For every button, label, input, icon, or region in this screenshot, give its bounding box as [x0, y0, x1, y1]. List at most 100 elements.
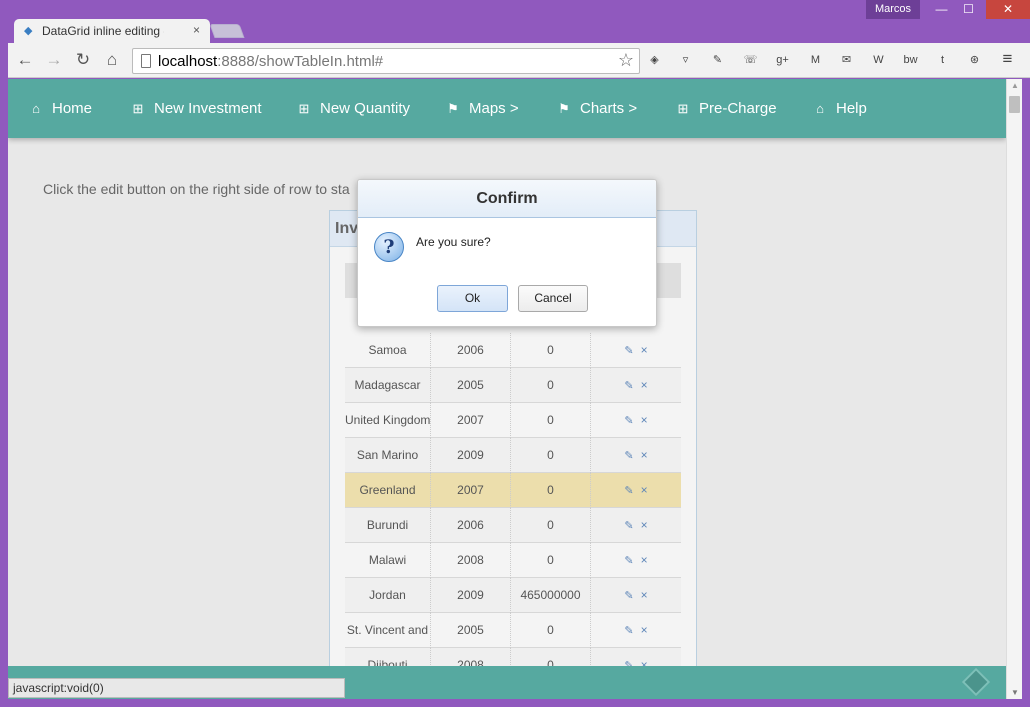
year-cell: 2008 — [431, 543, 511, 578]
close-window-button[interactable]: ✕ — [986, 0, 1030, 19]
country-cell: United Kingdom — [345, 403, 431, 438]
address-bar[interactable]: localhost:8888/showTableIn.html# ☆ — [132, 48, 640, 74]
phone-icon[interactable]: ☏ — [741, 51, 760, 70]
tumblr-icon[interactable]: t — [933, 51, 952, 70]
nav-item-label: Help — [836, 100, 867, 117]
plus-icon: ⊞ — [298, 101, 310, 116]
google-plus-icon[interactable]: g+ — [773, 51, 792, 70]
amount-cell: 0 — [511, 613, 591, 648]
plus-icon: ⊞ — [677, 101, 689, 116]
window-user-label[interactable]: Marcos — [865, 0, 920, 19]
new-tab-button[interactable] — [209, 24, 245, 38]
edit-icon[interactable]: ✎ — [624, 590, 633, 602]
nav-item-home[interactable]: ⌂ Home — [28, 79, 92, 138]
edit-icon[interactable]: ✎ — [624, 485, 633, 497]
scrollbar[interactable]: ▲ ▼ — [1006, 79, 1022, 699]
confirm-dialog: Confirm ? Are you sure? Ok Cancel — [357, 179, 657, 327]
maximize-button[interactable]: ☐ — [955, 0, 982, 19]
status-bar: javascript:void(0) — [8, 678, 345, 698]
nav-item-pre-charge[interactable]: ⊞ Pre-Charge — [675, 79, 777, 138]
delete-icon[interactable]: × — [641, 378, 648, 392]
edit-icon[interactable]: ✎ — [624, 345, 633, 357]
table-row[interactable]: St. Vincent and 2005 0 ✎ × — [345, 613, 681, 648]
year-cell: 2009 — [431, 578, 511, 613]
cancel-button[interactable]: Cancel — [518, 285, 588, 312]
amount-cell: 0 — [511, 473, 591, 508]
edit-icon[interactable]: ✎ — [624, 450, 633, 462]
scroll-down-icon[interactable]: ▼ — [1011, 688, 1019, 697]
table-row[interactable]: Madagascar 2005 0 ✎ × — [345, 368, 681, 403]
back-icon[interactable]: ← — [14, 50, 36, 70]
row-actions: ✎× — [591, 578, 681, 613]
edit-icon[interactable]: ✎ — [624, 380, 633, 392]
ok-button[interactable]: Ok — [437, 285, 508, 312]
forward-icon[interactable]: → — [43, 50, 65, 70]
menu-icon[interactable]: ≡ — [998, 49, 1017, 68]
nav-item-new-quantity[interactable]: ⊞ New Quantity — [296, 79, 411, 138]
mail-icon[interactable]: ✉ — [837, 51, 856, 70]
delete-icon[interactable]: × — [641, 553, 648, 567]
table-row[interactable]: Malawi 2008 0 ✎ × — [345, 543, 681, 578]
browser-toolbar: ← → ↻ ⌂ localhost:8888/showTableIn.html#… — [8, 43, 1030, 78]
year-cell: 2005 — [431, 613, 511, 648]
nav-item-label: New Quantity — [320, 100, 411, 117]
edit-icon[interactable]: ✎ — [624, 555, 633, 567]
edit-icon[interactable]: ✎ — [624, 625, 633, 637]
table-row[interactable]: Burundi 2006 0 ✎ × — [345, 508, 681, 543]
nav-item-label: Pre-Charge — [699, 100, 777, 117]
delete-icon[interactable]: × — [641, 343, 648, 357]
row-actions: ✎× — [591, 403, 681, 438]
edit-icon[interactable]: ✎ — [624, 415, 633, 427]
pocket-icon[interactable]: ▿ — [676, 51, 695, 70]
scroll-up-icon[interactable]: ▲ — [1011, 81, 1019, 90]
table-row[interactable]: United Kingdom 2007 0 ✎ × — [345, 403, 681, 438]
table-row[interactable]: Samoa 2006 0 ✎ × — [345, 333, 681, 368]
browser-tab[interactable]: ◆ DataGrid inline editing - jQ × — [14, 19, 210, 43]
nav-item-help[interactable]: ⌂ Help — [812, 79, 867, 138]
bw-icon[interactable]: bw — [901, 51, 920, 70]
nav-item-label: Charts > — [580, 100, 638, 117]
gmail-icon[interactable]: M — [806, 51, 825, 70]
delete-icon[interactable]: × — [641, 623, 648, 637]
table-row[interactable]: San Marino 2009 0 ✎ × — [345, 438, 681, 473]
dialog-title: Confirm — [358, 180, 656, 218]
nav-item-new-investment[interactable]: ⊞ New Investment — [130, 79, 262, 138]
steering-icon[interactable]: ⊛ — [965, 51, 984, 70]
year-cell: 2005 — [431, 368, 511, 403]
wikipedia-icon[interactable]: W — [869, 51, 888, 70]
home-icon: ⌂ — [816, 101, 824, 116]
row-actions: ✎× — [591, 473, 681, 508]
nav-item-charts[interactable]: ⚑ Charts > — [556, 79, 637, 138]
country-cell: San Marino — [345, 438, 431, 473]
delete-icon[interactable]: × — [641, 588, 648, 602]
dialog-message: Are you sure? — [416, 235, 491, 249]
tab-favicon-icon: ◆ — [24, 25, 33, 37]
evernote-icon[interactable]: ✎ — [708, 51, 727, 70]
nav-item-label: Home — [52, 100, 93, 117]
url-text[interactable]: localhost:8888/showTableIn.html# — [158, 53, 383, 70]
delete-icon[interactable]: × — [641, 483, 648, 497]
country-cell: St. Vincent and — [345, 613, 431, 648]
delete-icon[interactable]: × — [641, 413, 648, 427]
edit-icon[interactable]: ✎ — [624, 520, 633, 532]
amount-cell: 465000000 — [511, 578, 591, 613]
home-icon[interactable]: ⌂ — [101, 50, 123, 70]
table-row[interactable]: Jordan 2009 465000000 ✎ × — [345, 578, 681, 613]
minimize-button[interactable]: — — [928, 0, 955, 19]
bookmark-star-icon[interactable]: ☆ — [618, 50, 634, 71]
nav-item-label: Maps > — [469, 100, 519, 117]
table-row[interactable]: Greenland 2007 0 ✎ × — [345, 473, 681, 508]
reload-icon[interactable]: ↻ — [72, 50, 94, 70]
country-cell: Madagascar — [345, 368, 431, 403]
row-actions: ✎× — [591, 543, 681, 578]
year-cell: 2009 — [431, 438, 511, 473]
feedly-icon[interactable]: ◈ — [645, 51, 664, 70]
delete-icon[interactable]: × — [641, 518, 648, 532]
amount-cell: 0 — [511, 543, 591, 578]
nav-item-maps[interactable]: ⚑ Maps > — [445, 79, 519, 138]
delete-icon[interactable]: × — [641, 448, 648, 462]
row-actions: ✎× — [591, 333, 681, 368]
tab-close-icon[interactable]: × — [193, 23, 200, 37]
scroll-thumb[interactable] — [1009, 96, 1020, 113]
row-actions: ✎× — [591, 438, 681, 473]
